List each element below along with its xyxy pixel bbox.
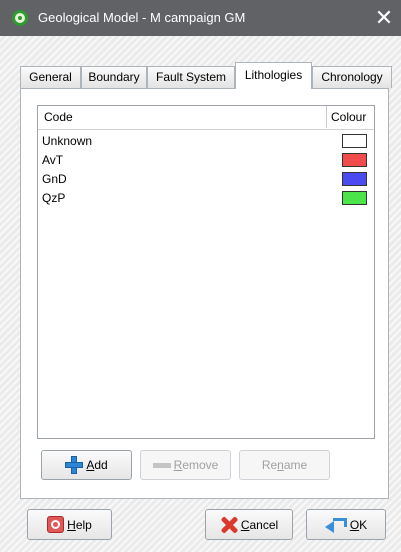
ok-button[interactable]: OK: [306, 509, 386, 540]
help-label-rest: elp: [75, 517, 92, 532]
table-row[interactable]: GnD: [38, 170, 374, 189]
lithology-code: AvT: [42, 153, 64, 167]
rename-button[interactable]: Rename: [239, 450, 330, 480]
table-row[interactable]: AvT: [38, 151, 374, 170]
remove-mnemonic: R: [173, 458, 183, 472]
table-row[interactable]: QzP: [38, 189, 374, 208]
help-button[interactable]: Help: [27, 509, 112, 540]
cancel-label-rest: ancel: [249, 517, 279, 532]
tab-lithologies[interactable]: Lithologies: [235, 62, 312, 89]
column-header-code[interactable]: Code: [44, 106, 73, 128]
rename-mnemonic: n: [277, 458, 284, 472]
remove-label-rest: emove: [182, 458, 219, 472]
colour-swatch[interactable]: [342, 191, 367, 205]
minus-icon: [152, 462, 171, 468]
tab-boundary[interactable]: Boundary: [81, 66, 147, 88]
remove-button[interactable]: Remove: [140, 450, 231, 480]
rename-label-pre: Re: [261, 458, 278, 472]
cancel-button[interactable]: Cancel: [205, 509, 293, 540]
lithology-table[interactable]: Code Colour Unknown AvT GnD QzP: [37, 105, 375, 439]
table-row[interactable]: Unknown: [38, 132, 374, 151]
close-button[interactable]: ✕: [367, 0, 401, 36]
cancel-icon: [220, 516, 238, 534]
colour-swatch[interactable]: [342, 153, 367, 167]
add-label-rest: dd: [94, 458, 108, 472]
window-title: Geological Model - M campaign GM: [38, 10, 246, 25]
plus-icon: [65, 456, 84, 474]
title-bar: Geological Model - M campaign GM ✕: [0, 0, 401, 36]
ok-label-rest: K: [359, 517, 368, 532]
help-mnemonic: H: [67, 517, 76, 532]
lithology-code: QzP: [42, 191, 66, 205]
tab-general[interactable]: General: [20, 66, 81, 88]
help-icon: [47, 516, 65, 533]
colour-swatch[interactable]: [342, 172, 367, 186]
lithology-code: Unknown: [42, 134, 93, 148]
ok-mnemonic: O: [349, 517, 360, 532]
lithology-code: GnD: [42, 172, 67, 186]
ok-icon: [324, 517, 347, 533]
tab-chronology[interactable]: Chronology: [312, 66, 392, 88]
column-header-colour[interactable]: Colour: [326, 106, 376, 128]
app-logo-icon: [12, 10, 28, 26]
tab-fault-system[interactable]: Fault System: [147, 66, 235, 88]
rename-label-rest: ame: [283, 458, 308, 472]
add-button[interactable]: Add: [41, 450, 132, 480]
colour-swatch[interactable]: [342, 134, 367, 148]
header-divider: [38, 129, 374, 130]
